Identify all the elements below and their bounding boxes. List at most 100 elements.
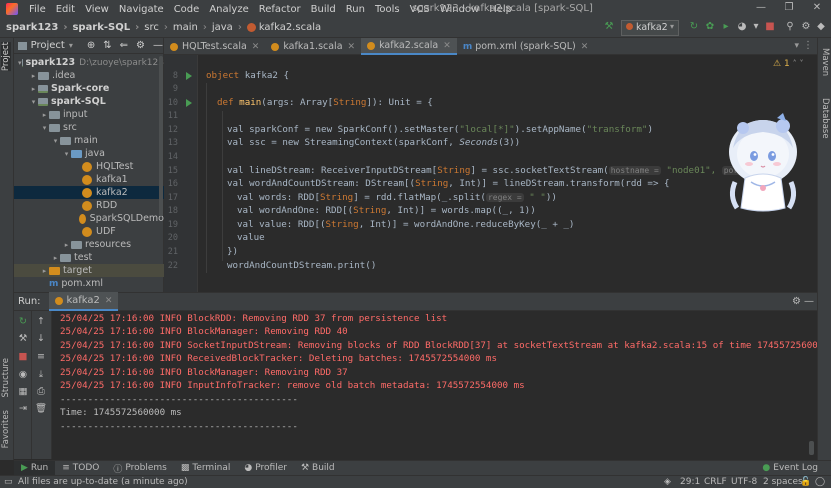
tree-item-idea[interactable]: ▸ .idea [14, 69, 164, 82]
inspection-warning[interactable]: ⚠ 1 ˄ ˅ [773, 59, 803, 69]
run-tool-button[interactable]: ▶ Run [14, 460, 56, 476]
run-gutter-icon[interactable] [186, 99, 192, 107]
breadcrumb-project[interactable]: spark123 › [6, 22, 72, 33]
build-tool-button[interactable]: ⚒ Build [294, 461, 342, 476]
coverage-icon[interactable]: ▸ [720, 21, 732, 33]
debug-icon[interactable]: ✿ [704, 21, 716, 33]
stop-icon[interactable]: ■ [764, 21, 776, 33]
tree-item-target[interactable]: ▸ target [14, 264, 164, 277]
indent-setting[interactable]: 2 spaces [763, 477, 803, 487]
tree-scrollbar[interactable] [159, 56, 163, 216]
run-configuration-select[interactable]: kafka2 ▾ [621, 20, 679, 36]
chevron-down-icon[interactable]: ▾ [18, 59, 22, 67]
tree-item-java[interactable]: ▾ java [14, 147, 164, 160]
project-tool-tab[interactable]: Project [1, 42, 11, 72]
event-log-button[interactable]: ● Event Log [755, 461, 825, 476]
notifications-icon[interactable]: ◯ [815, 477, 825, 487]
tree-item-rdd[interactable]: RDD [14, 199, 164, 212]
maven-tool-tab[interactable]: Maven [820, 48, 830, 76]
chevron-down-icon[interactable]: ▾ [51, 137, 60, 145]
tree-item-spark123[interactable]: ▾ spark123 D:\zuoye\spark123 [14, 56, 164, 69]
chevron-right-icon[interactable]: ▸ [62, 241, 71, 249]
hammer-build-icon[interactable]: ⚒ [603, 21, 615, 33]
soft-wrap-icon[interactable]: ≡ [35, 351, 47, 363]
project-panel-title[interactable]: Project [31, 40, 65, 51]
tree-item-src[interactable]: ▾ src [14, 121, 164, 134]
tree-item-spark-core[interactable]: ▸ Spark-core [14, 82, 164, 95]
chevron-down-icon[interactable]: ▾ [750, 21, 762, 33]
scroll-to-end-icon[interactable]: ⤓ [35, 369, 47, 381]
run-tab-kafka2[interactable]: kafka2 ✕ [48, 292, 119, 311]
caret-position[interactable]: 29:1 [680, 477, 700, 487]
chevron-right-icon[interactable]: ▸ [40, 267, 49, 275]
jetbrains-icon[interactable]: ◆ [815, 21, 827, 33]
chevron-down-icon[interactable]: ▾ [29, 98, 38, 106]
tree-item-hqltest[interactable]: HQLTest [14, 160, 164, 173]
breadcrumb-file[interactable]: kafka2.scala [246, 22, 321, 33]
file-encoding[interactable]: UTF-8 [731, 477, 757, 487]
tab-hqltest[interactable]: HQLTest.scala ✕ [164, 38, 265, 55]
close-tab-icon[interactable]: ✕ [105, 296, 113, 306]
menu-refactor[interactable]: Refactor [254, 4, 306, 15]
tree-item-pom-xml[interactable]: m pom.xml [14, 277, 164, 290]
problems-tool-button[interactable]: ⓘ Problems [106, 461, 174, 476]
lock-icon[interactable]: 🔓 [800, 477, 811, 487]
search-icon[interactable]: ⚲ [784, 21, 796, 33]
chevron-down-icon[interactable]: ▾ [40, 124, 49, 132]
menu-code[interactable]: Code [169, 4, 205, 15]
locate-icon[interactable]: ⊕ [87, 40, 95, 51]
todo-tool-button[interactable]: ≡ TODO [55, 461, 106, 476]
chevron-down-icon[interactable]: ▾ [62, 150, 71, 158]
maximize-icon[interactable]: ❐ [782, 2, 796, 16]
run-console[interactable]: 25/04/25 17:16:00 INFO BlockRDD: Removin… [52, 311, 817, 459]
profile-icon[interactable]: ◕ [736, 21, 748, 33]
database-tool-tab[interactable]: Database [820, 98, 830, 139]
camera-icon[interactable]: ◉ [17, 369, 29, 381]
print-icon[interactable]: ⎙ [35, 386, 47, 398]
tree-item-kafka1[interactable]: kafka1 [14, 173, 164, 186]
layout-icon[interactable]: ▦ [17, 386, 29, 398]
menu-navigate[interactable]: Navigate [114, 4, 169, 15]
tab-pom-xml[interactable]: m pom.xml (spark-SQL) ✕ [457, 38, 594, 55]
tree-item-udf[interactable]: UDF [14, 225, 164, 238]
tab-kafka2[interactable]: kafka2.scala ✕ [361, 38, 457, 55]
wrench-icon[interactable]: ⚒ [17, 333, 29, 345]
minimize-icon[interactable]: — [754, 2, 768, 16]
gear-icon[interactable]: ⚙ [136, 40, 145, 51]
menu-run[interactable]: Run [341, 4, 370, 15]
chevron-right-icon[interactable]: ▸ [29, 85, 38, 93]
chevron-down-icon[interactable]: ˅ [799, 59, 803, 68]
hide-panel-icon[interactable]: — [153, 40, 163, 51]
menu-file[interactable]: File [24, 4, 51, 15]
close-tab-icon[interactable]: ✕ [252, 42, 260, 52]
tree-item-spark-sql[interactable]: ▾ spark-SQL [14, 95, 164, 108]
favorites-tool-tab[interactable]: Favorites [1, 410, 11, 448]
close-tab-icon[interactable]: ✕ [443, 41, 451, 51]
chevron-down-icon[interactable]: ▾ [69, 41, 73, 50]
arrow-up-icon[interactable]: ↑ [35, 316, 47, 328]
chevron-right-icon[interactable]: ▸ [51, 254, 60, 262]
status-layout-icon[interactable]: ▭ [4, 477, 13, 487]
close-icon[interactable]: ✕ [810, 2, 824, 16]
tree-item-main[interactable]: ▾ main [14, 134, 164, 147]
more-tabs-icon[interactable]: ⋮ [803, 40, 813, 51]
tree-item-kafka2[interactable]: kafka2 [14, 186, 164, 199]
close-tab-icon[interactable]: ✕ [581, 42, 589, 52]
tree-item-input[interactable]: ▸ input [14, 108, 164, 121]
chevron-right-icon[interactable]: ▸ [29, 72, 38, 80]
menu-tools[interactable]: Tools [370, 4, 405, 15]
stop-icon[interactable]: ■ [17, 351, 29, 363]
expand-all-icon[interactable]: ⇅ [103, 40, 111, 51]
breadcrumb-module[interactable]: spark-SQL › [72, 22, 144, 33]
console-scrollbar[interactable] [809, 441, 814, 455]
gear-icon[interactable]: ⚙ [792, 296, 801, 307]
breadcrumb-main[interactable]: main › [173, 22, 212, 33]
chevron-down-icon[interactable]: ▾ [794, 41, 799, 51]
close-tab-icon[interactable]: ✕ [348, 42, 356, 52]
tree-item-sparksqldemo[interactable]: SparkSQLDemo [14, 212, 164, 225]
exit-icon[interactable]: ⇥ [17, 403, 29, 415]
line-separator[interactable]: CRLF [704, 477, 727, 487]
tree-item-test[interactable]: ▸ test [14, 251, 164, 264]
breadcrumb-java[interactable]: java › [212, 22, 247, 33]
hide-panel-icon[interactable]: — [804, 296, 814, 307]
